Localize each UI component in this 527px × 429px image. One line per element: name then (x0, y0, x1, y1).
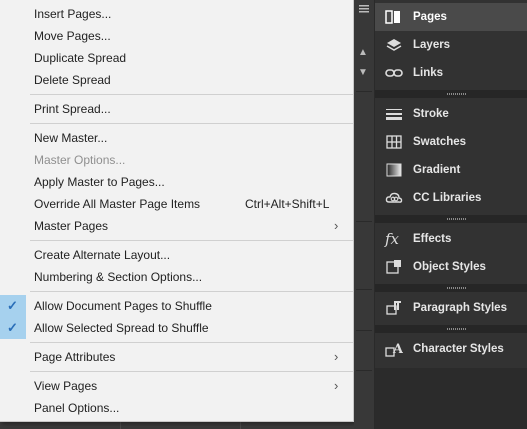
menu-item-label: Master Options... (34, 153, 126, 167)
menu-item-create-alternate-layout[interactable]: Create Alternate Layout... (0, 244, 353, 266)
strip-divider (356, 91, 372, 92)
menu-item-delete-spread[interactable]: Delete Spread (0, 69, 353, 91)
panel-tab-layers[interactable]: Layers (375, 31, 527, 59)
swatches-icon (386, 135, 402, 149)
strip-divider (356, 221, 372, 222)
panel-tab-label: Character Styles (413, 343, 504, 355)
panel-tab-label: Effects (413, 233, 452, 245)
menu-item-label: New Master... (34, 131, 108, 145)
menu-item-label: Duplicate Spread (34, 51, 127, 65)
pages-panel-menu: Insert Pages... Move Pages... Duplicate … (0, 0, 354, 422)
menu-item-move-pages[interactable]: Move Pages... (0, 25, 353, 47)
pages-icon (385, 10, 400, 24)
checkmark-icon: ✓ (7, 298, 18, 313)
panel-tab-label: Object Styles (413, 261, 486, 273)
panel-group-separator (375, 90, 527, 98)
menu-item-insert-pages[interactable]: Insert Pages... (0, 3, 353, 25)
menu-item-panel-options[interactable]: Panel Options... (0, 397, 353, 419)
links-icon (385, 69, 403, 77)
menu-item-label: Override All Master Page Items (34, 197, 201, 211)
menu-item-print-spread[interactable]: Print Spread... (0, 98, 353, 120)
chevron-right-icon: › (334, 349, 339, 364)
layers-icon (386, 39, 402, 51)
menu-item-label: Panel Options... (34, 401, 120, 415)
menu-item-label: Numbering & Section Options... (34, 270, 203, 284)
menu-separator (30, 371, 353, 372)
svg-text:A: A (392, 342, 403, 357)
paragraph-styles-icon (386, 301, 401, 315)
panel-tab-cc-libraries[interactable]: CC Libraries (375, 184, 527, 212)
panel-tab-paragraph-styles[interactable]: Paragraph Styles (375, 294, 527, 322)
menu-item-label: View Pages (34, 379, 98, 393)
menu-item-label: Apply Master to Pages... (34, 175, 165, 189)
menu-item-apply-master[interactable]: Apply Master to Pages... (0, 171, 353, 193)
menu-separator (30, 240, 353, 241)
menu-separator (30, 291, 353, 292)
chevron-right-icon: › (334, 218, 339, 233)
panel-tab-label: Gradient (413, 164, 461, 176)
menu-item-master-pages[interactable]: Master Pages › (0, 215, 353, 237)
panel-scroll-strip: ▲ ▼ (354, 0, 375, 429)
menu-item-new-master[interactable]: New Master... (0, 127, 353, 149)
menu-item-label: Insert Pages... (34, 7, 112, 21)
panel-tab-label: CC Libraries (413, 192, 482, 204)
menu-item-duplicate-spread[interactable]: Duplicate Spread (0, 47, 353, 69)
panel-menu-icon[interactable] (358, 4, 370, 14)
menu-item-view-pages[interactable]: View Pages › (0, 375, 353, 397)
panel-dock: Pages Layers Links Stroke Swatches Gradi… (375, 0, 527, 429)
menu-item-label: Move Pages... (34, 29, 111, 43)
panel-group-separator (375, 284, 527, 292)
effects-icon: fx (385, 230, 400, 248)
menu-item-allow-document-pages-shuffle[interactable]: ✓ Allow Document Pages to Shuffle (0, 295, 353, 317)
object-styles-icon (386, 260, 401, 274)
scroll-down-icon[interactable]: ▼ (358, 68, 368, 78)
menu-separator (30, 342, 353, 343)
panel-tab-label: Swatches (413, 136, 467, 148)
strip-divider (356, 330, 372, 331)
panel-tab-pages[interactable]: Pages (375, 3, 527, 31)
panel-group-separator (375, 215, 527, 223)
menu-item-shortcut: Ctrl+Alt+Shift+L (245, 197, 330, 211)
panel-tab-stroke[interactable]: Stroke (375, 100, 527, 128)
menu-separator (30, 123, 353, 124)
chevron-right-icon: › (334, 378, 339, 393)
dock-empty-area (375, 368, 527, 429)
menu-item-label: Master Pages (34, 219, 109, 233)
cc-libraries-icon (385, 192, 403, 203)
panel-tab-label: Links (413, 67, 444, 79)
panel-tab-label: Paragraph Styles (413, 302, 507, 314)
gradient-icon (386, 163, 402, 177)
panel-tab-label: Layers (413, 39, 451, 51)
character-styles-icon: A (385, 342, 403, 357)
panel-tab-links[interactable]: Links (375, 59, 527, 87)
menu-item-label: Allow Selected Spread to Shuffle (34, 321, 209, 335)
panel-tab-effects[interactable]: fx Effects (375, 225, 527, 253)
menu-item-label: Create Alternate Layout... (34, 248, 171, 262)
menu-item-page-attributes[interactable]: Page Attributes › (0, 346, 353, 368)
panel-tab-gradient[interactable]: Gradient (375, 156, 527, 184)
checkmark-icon: ✓ (7, 320, 18, 335)
panel-tab-object-styles[interactable]: Object Styles (375, 253, 527, 281)
panel-tab-label: Stroke (413, 108, 449, 120)
menu-item-label: Allow Document Pages to Shuffle (34, 299, 212, 313)
panel-tab-label: Pages (413, 11, 447, 23)
menu-item-label: Print Spread... (34, 102, 111, 116)
strip-divider (356, 289, 372, 290)
menu-item-label: Page Attributes (34, 350, 116, 364)
menu-item-allow-selected-spread-shuffle[interactable]: ✓ Allow Selected Spread to Shuffle (0, 317, 353, 339)
menu-item-numbering-section-options[interactable]: Numbering & Section Options... (0, 266, 353, 288)
menu-separator (30, 94, 353, 95)
stroke-icon (386, 109, 402, 120)
menu-item-label: Delete Spread (34, 73, 111, 87)
panel-group-separator (375, 325, 527, 333)
panel-tab-swatches[interactable]: Swatches (375, 128, 527, 156)
menu-item-override-master-items[interactable]: Override All Master Page Items Ctrl+Alt+… (0, 193, 353, 215)
menu-item-master-options: Master Options... (0, 149, 353, 171)
scroll-up-icon[interactable]: ▲ (358, 48, 368, 58)
strip-divider (356, 370, 372, 371)
panel-tab-character-styles[interactable]: A Character Styles (375, 335, 527, 363)
